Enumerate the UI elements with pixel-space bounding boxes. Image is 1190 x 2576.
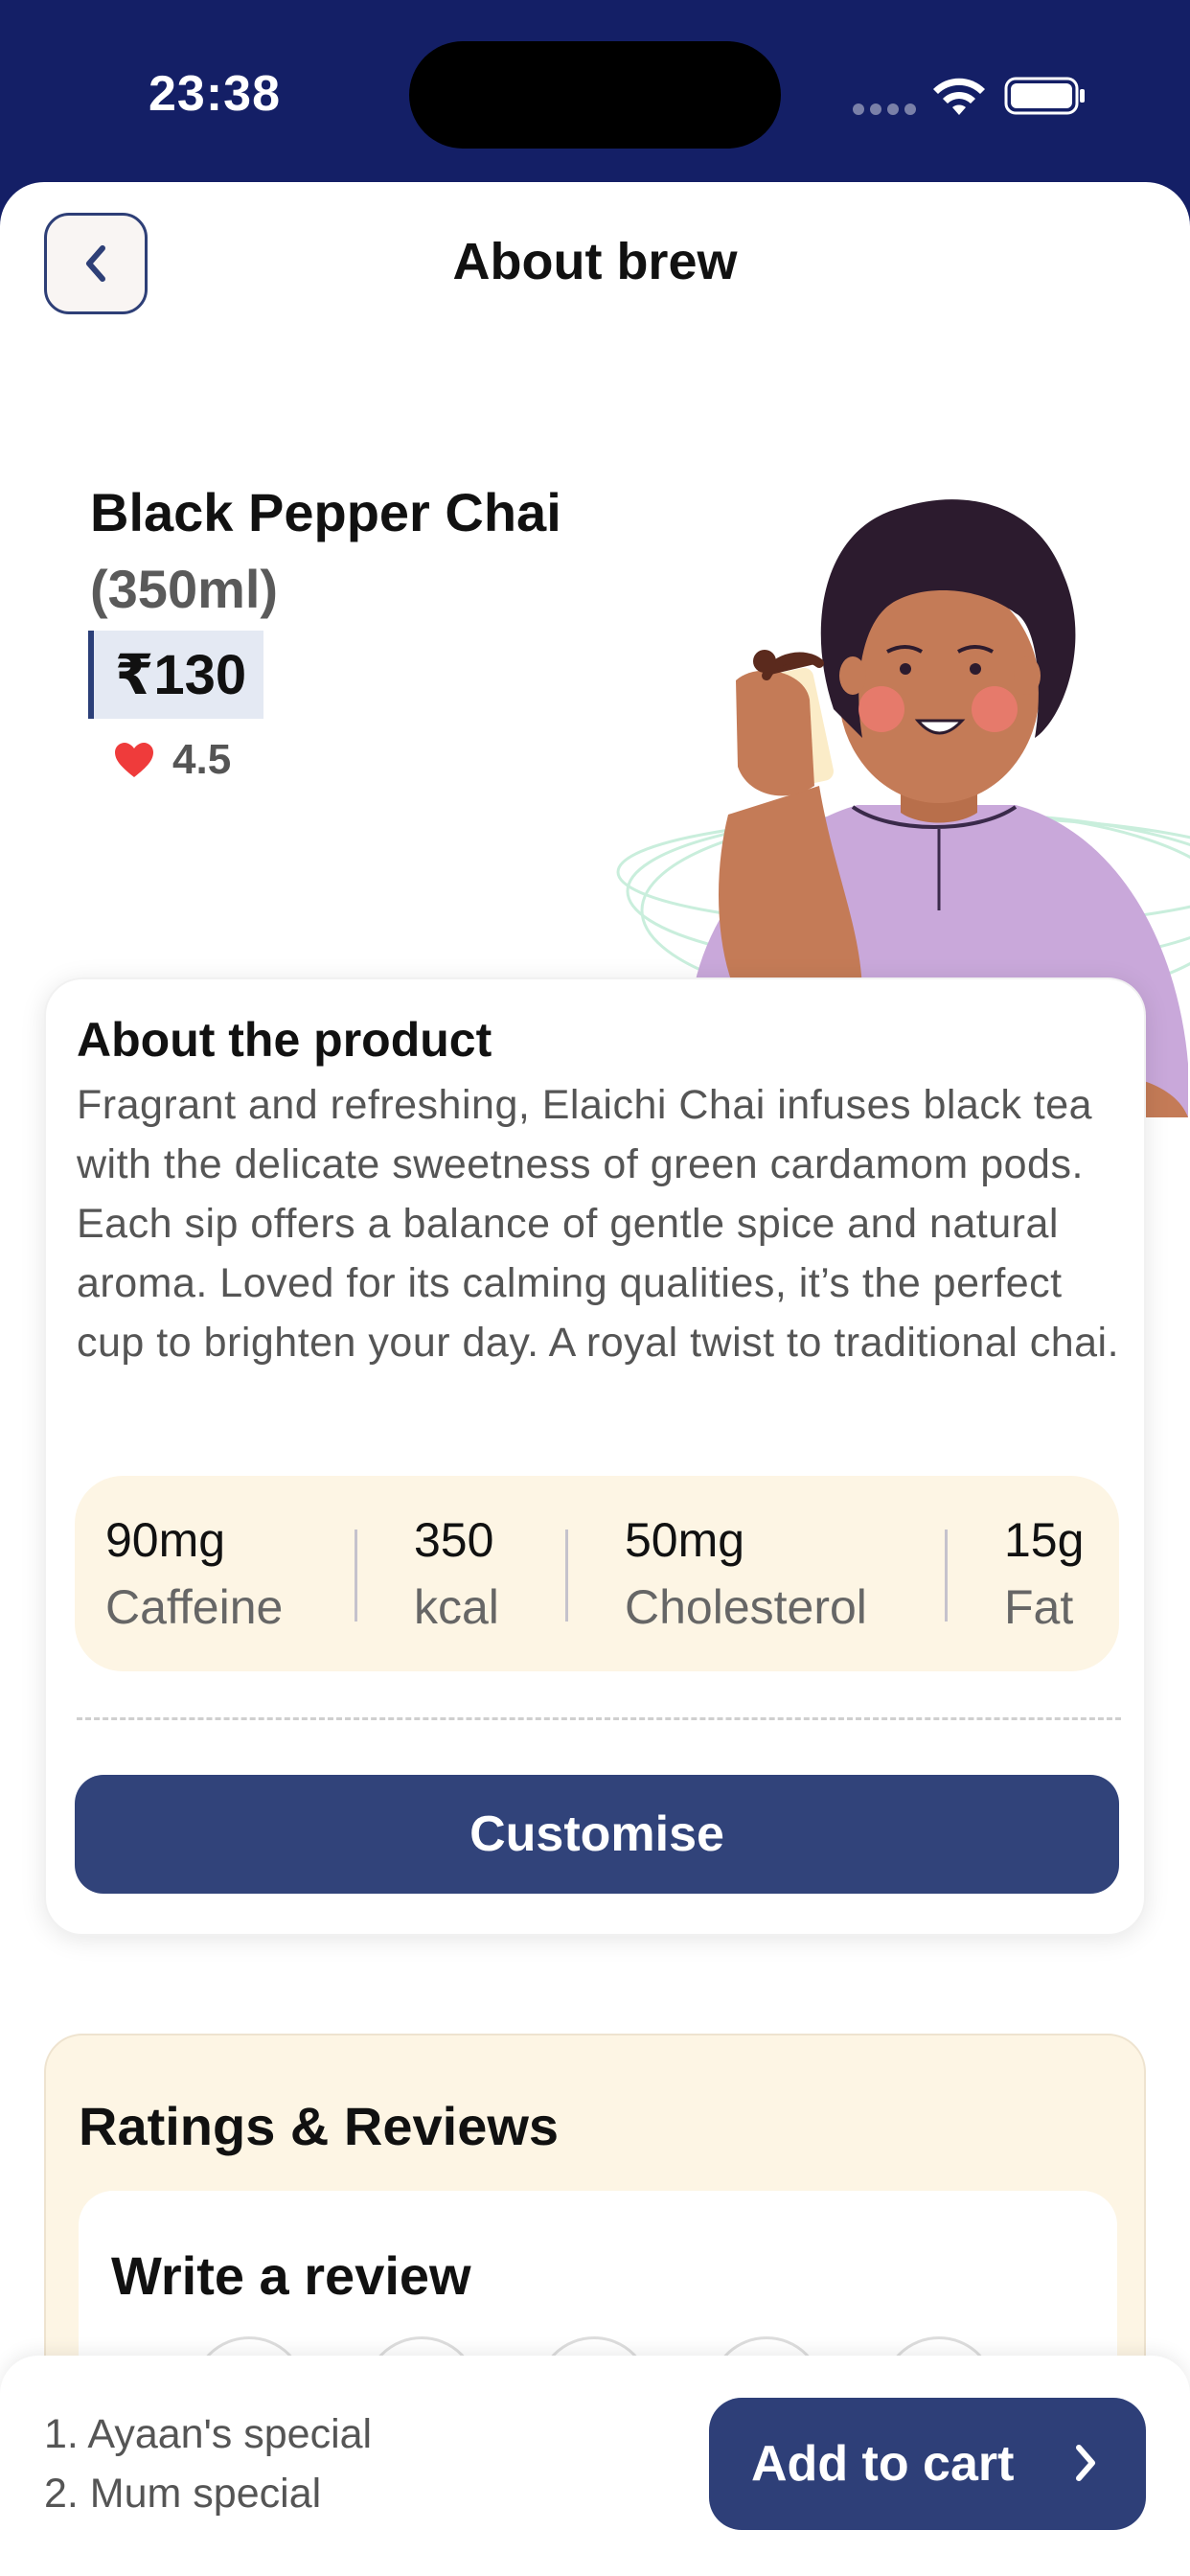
special-item[interactable]: 1. Ayaan's special xyxy=(44,2411,372,2458)
nutrient-kcal: 350 kcal xyxy=(414,1512,499,1635)
nutrient-label: kcal xyxy=(414,1580,499,1634)
nutrient-label: Cholesterol xyxy=(625,1580,867,1634)
wifi-icon xyxy=(933,78,985,115)
nutrient-label: Fat xyxy=(1004,1580,1074,1634)
about-product-card: About the product Fragrant and refreshin… xyxy=(44,978,1146,1936)
cellular-signal-icon xyxy=(853,104,916,115)
content-sheet: About brew Black Pepper Chai (350ml) ₹13… xyxy=(0,182,1190,2576)
about-description: Fragrant and refreshing, Elaichi Chai in… xyxy=(77,1082,1120,1366)
bottom-bar: 1. Ayaan's special 2. Mum special Add to… xyxy=(0,2356,1190,2576)
nutrient-value: 350 xyxy=(414,1513,494,1567)
write-review-title: Write a review xyxy=(111,2245,471,2306)
nutrient-value: 90mg xyxy=(105,1513,226,1567)
reviews-title: Ratings & Reviews xyxy=(79,2096,560,2156)
nutrient-divider xyxy=(355,1530,357,1622)
about-title: About the product xyxy=(77,1013,492,1067)
nutrient-cholesterol: 50mg Cholesterol xyxy=(625,1512,867,1635)
status-time: 23:38 xyxy=(149,66,281,122)
page-title: About brew xyxy=(452,233,738,290)
nutrient-fat: 15g Fat xyxy=(1004,1512,1084,1635)
product-name: Black Pepper Chai xyxy=(90,482,561,542)
status-bar: 23:38 xyxy=(0,0,1190,182)
nutrient-value: 15g xyxy=(1004,1513,1085,1567)
customise-button[interactable]: Customise xyxy=(75,1775,1119,1894)
chevron-right-icon xyxy=(1076,2445,1095,2481)
dashed-separator xyxy=(77,1717,1121,1720)
dynamic-island xyxy=(409,41,781,149)
nutrient-caffeine: 90mg Caffeine xyxy=(105,1512,283,1635)
nutrient-label: Caffeine xyxy=(105,1580,284,1634)
add-to-cart-label: Add to cart xyxy=(751,2436,1015,2492)
nutrition-panel: 90mg Caffeine 350 kcal 50mg Cholesterol … xyxy=(75,1476,1119,1671)
nutrient-divider xyxy=(945,1530,948,1622)
price-badge: ₹130 xyxy=(88,631,264,719)
battery-icon xyxy=(1004,77,1085,115)
rating-value: 4.5 xyxy=(172,736,232,783)
add-to-cart-button[interactable]: Add to cart xyxy=(709,2398,1146,2530)
heart-icon xyxy=(115,743,153,777)
nutrient-divider xyxy=(565,1530,568,1622)
rating-row: 4.5 xyxy=(113,736,231,784)
product-size: (350ml) xyxy=(90,559,279,619)
special-item[interactable]: 2. Mum special xyxy=(44,2471,321,2518)
nutrient-value: 50mg xyxy=(625,1513,745,1567)
